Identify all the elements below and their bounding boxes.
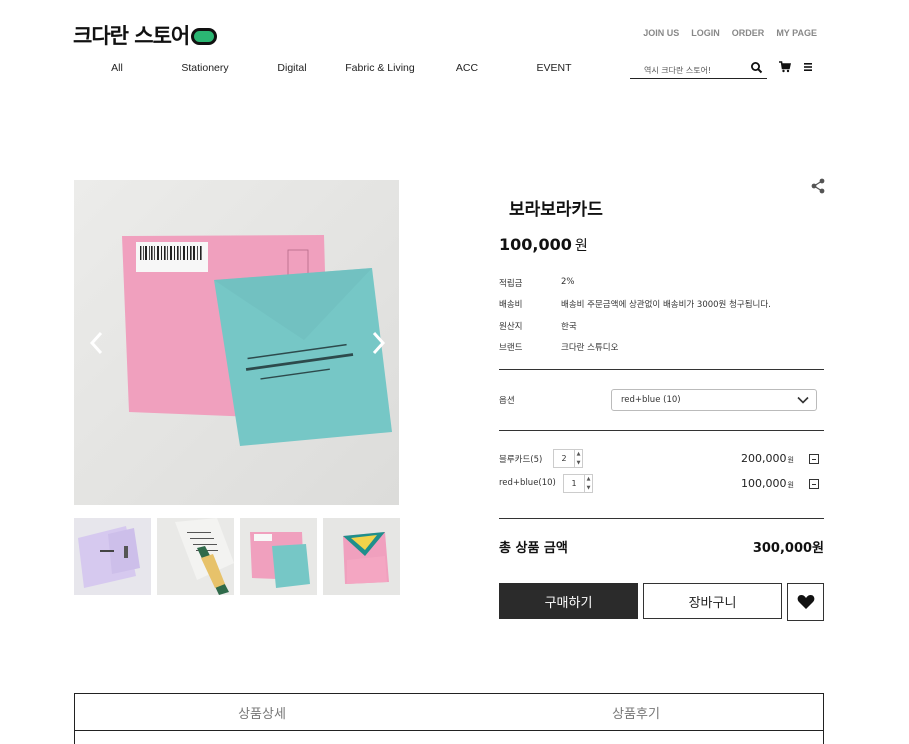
option-select[interactable]: red+blue (10) (611, 389, 817, 411)
product-thumbnail[interactable] (157, 518, 234, 595)
chevron-right-icon[interactable] (367, 330, 389, 356)
nav-item-fabric-living[interactable]: Fabric & Living (345, 62, 414, 74)
logo-mark-icon (191, 27, 218, 45)
amount-value: 200,000 (741, 452, 787, 465)
selected-item-row: red+blue(10) ▲▼ 100,000원 (499, 474, 824, 494)
increase-icon[interactable]: ▲ (585, 475, 592, 484)
option-selected-value: red+blue (10) (621, 395, 681, 405)
store-logo[interactable]: 크다란 스토어 (73, 20, 218, 50)
selected-item-amount: 100,000원 (741, 477, 794, 490)
price-unit: 원 (574, 238, 588, 254)
divider (499, 369, 824, 370)
main-nav: All Stationery Digital Fabric & Living A… (0, 62, 909, 76)
selected-item-amount: 200,000원 (741, 452, 794, 465)
divider (499, 518, 824, 519)
info-label: 브랜드 (499, 343, 523, 353)
search-icon[interactable] (750, 61, 763, 74)
tab-content-frame (74, 730, 824, 744)
chevron-left-icon[interactable] (86, 330, 108, 356)
amount-value: 100,000 (741, 477, 787, 490)
quantity-stepper[interactable]: ▲▼ (553, 449, 583, 468)
info-value: 크다란 스튜디오 (561, 343, 619, 353)
total-value: 300,000원 (752, 541, 824, 556)
info-label: 배송비 (499, 300, 523, 310)
product-main-image (74, 180, 399, 505)
increase-icon[interactable]: ▲ (575, 450, 582, 459)
quantity-input[interactable] (554, 450, 574, 467)
quantity-stepper[interactable]: ▲▼ (563, 474, 593, 493)
chevron-down-icon (797, 396, 809, 404)
share-icon[interactable] (811, 178, 825, 194)
amount-unit: 원 (787, 481, 794, 489)
amount-unit: 원 (787, 456, 794, 464)
nav-item-all[interactable]: All (111, 62, 123, 74)
minus-icon[interactable] (809, 479, 819, 489)
quantity-input[interactable] (564, 475, 584, 492)
nav-item-acc[interactable]: ACC (456, 62, 478, 74)
info-label: 적립금 (499, 279, 523, 289)
tab-product-review[interactable]: 상품후기 (449, 694, 823, 730)
selected-item-row: 블루카드(5) ▲▼ 200,000원 (499, 449, 824, 469)
product-thumbnail[interactable] (323, 518, 400, 595)
price-value: 100,000 (499, 235, 572, 254)
option-label: 옵션 (499, 396, 515, 406)
product-thumbnail[interactable] (240, 518, 317, 595)
logo-text: 크다란 스토어 (73, 24, 190, 48)
wishlist-button[interactable] (787, 583, 824, 621)
product-tabs: 상품상세 상품후기 (74, 693, 824, 731)
info-value: 배송비 주문금액에 상관없이 배송비가 3000원 청구됩니다. (561, 300, 771, 310)
cart-icon[interactable] (779, 61, 791, 73)
product-title: 보라보라카드 (509, 200, 603, 220)
decrease-icon[interactable]: ▼ (575, 459, 582, 468)
util-links: JOIN US LOGIN ORDER MY PAGE (643, 28, 817, 38)
join-us-link[interactable]: JOIN US (643, 28, 679, 38)
heart-icon (797, 595, 814, 609)
decrease-icon[interactable]: ▼ (585, 484, 592, 493)
buy-button[interactable]: 구매하기 (499, 583, 638, 619)
login-link[interactable]: LOGIN (691, 28, 720, 38)
selected-item-name: red+blue(10) (499, 478, 556, 488)
search-input[interactable] (630, 60, 740, 81)
nav-item-stationery[interactable]: Stationery (181, 62, 228, 74)
add-to-cart-button[interactable]: 장바구니 (643, 583, 782, 619)
tab-product-detail[interactable]: 상품상세 (75, 694, 449, 730)
info-label: 원산지 (499, 322, 523, 332)
order-link[interactable]: ORDER (732, 28, 765, 38)
info-value: 한국 (561, 322, 577, 332)
my-page-link[interactable]: MY PAGE (776, 28, 817, 38)
divider (499, 430, 824, 431)
product-price: 100,000 원 (499, 235, 588, 255)
minus-icon[interactable] (809, 454, 819, 464)
nav-item-digital[interactable]: Digital (277, 62, 306, 74)
info-value: 2% (561, 277, 575, 287)
product-thumbnail[interactable] (74, 518, 151, 595)
search-box (630, 58, 767, 81)
selected-item-name: 블루카드(5) (499, 455, 543, 465)
menu-icon[interactable] (802, 61, 814, 73)
nav-item-event[interactable]: EVENT (536, 62, 571, 74)
total-label: 총 상품 금액 (499, 541, 568, 556)
